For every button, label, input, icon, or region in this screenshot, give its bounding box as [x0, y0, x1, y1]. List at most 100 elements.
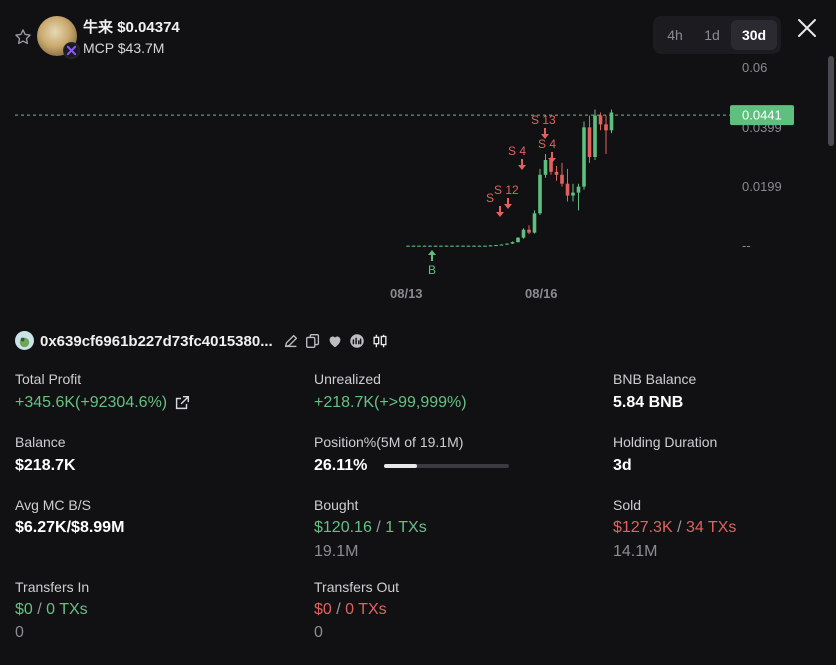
candle-body — [538, 174, 542, 214]
marker-label: B — [428, 263, 436, 277]
candle-body — [455, 245, 460, 247]
candle-body — [483, 245, 487, 247]
current-price-label: 0.0441 — [742, 108, 782, 123]
candle-body — [422, 245, 427, 247]
edit-icon[interactable] — [282, 332, 300, 350]
candle-body — [510, 242, 515, 244]
candle-body — [417, 245, 421, 247]
candle — [483, 245, 487, 247]
candle — [587, 115, 592, 163]
separator: / — [336, 601, 341, 618]
candle-body — [565, 183, 570, 196]
unrealized-value: +218.7K(+>99,999%) — [314, 394, 467, 411]
candle — [571, 183, 575, 202]
copy-icon[interactable] — [304, 332, 322, 350]
candle — [505, 243, 509, 245]
candle-body — [488, 245, 493, 247]
candle — [521, 228, 526, 239]
candle-body — [598, 115, 603, 125]
candle-body — [433, 245, 438, 247]
arrow-down-icon — [504, 198, 512, 209]
y-tick-label: -- — [742, 238, 751, 253]
timeframe-selector: 4h 1d 30d — [653, 16, 781, 54]
candle — [406, 245, 410, 247]
candle — [433, 245, 438, 247]
total-profit-value: +345.6K(+92304.6%) — [15, 394, 168, 411]
close-icon[interactable] — [795, 16, 819, 40]
timeframe-4h[interactable]: 4h — [657, 20, 693, 50]
analytics-icon[interactable] — [348, 332, 366, 350]
candle — [411, 245, 416, 247]
marker-label: S 12 — [494, 183, 519, 197]
transfers-in-label: Transfers In — [15, 579, 90, 595]
candle — [582, 121, 586, 190]
candle — [439, 245, 443, 247]
buy-marker[interactable]: B — [428, 250, 436, 277]
bought-label: Bought — [314, 497, 359, 513]
candle — [477, 245, 482, 247]
y-tick-label: 0.06 — [742, 60, 767, 75]
candle-body — [461, 245, 465, 247]
sold-txs: 34 TXs — [685, 519, 737, 536]
candle — [455, 245, 460, 247]
sold-label: Sold — [613, 497, 642, 513]
timeframe-30d[interactable]: 30d — [731, 20, 777, 50]
candle — [576, 183, 581, 211]
candle-body — [593, 115, 597, 157]
candle — [499, 244, 504, 246]
heart-icon[interactable] — [326, 332, 344, 350]
candle-body — [406, 245, 410, 247]
candle-body — [582, 127, 586, 187]
avg-mc-value: $6.27K/$8.99M — [15, 519, 125, 536]
sell-marker[interactable]: S 12 — [494, 183, 519, 209]
candle — [532, 210, 537, 234]
bnb-balance-value: 5.84 BNB — [613, 394, 684, 411]
balance-value: $218.7K — [15, 457, 76, 474]
bought-amount: $120.16 — [314, 519, 372, 536]
candle — [466, 245, 471, 247]
candle — [560, 162, 564, 187]
candle-body — [527, 229, 531, 233]
transfers-out-tokens: 0 — [314, 624, 323, 641]
timeframe-1d[interactable]: 1d — [695, 20, 729, 50]
candle-body — [411, 245, 416, 247]
holding-duration-label: Holding Duration — [613, 434, 718, 450]
candle-body — [532, 213, 537, 233]
candle-body — [439, 245, 443, 247]
candle — [527, 225, 531, 235]
transfers-in-amount: $0 — [15, 601, 33, 618]
transfers-out-value: $0 / 0 TXs — [314, 601, 387, 619]
candle — [428, 245, 432, 247]
avg-mc-label: Avg MC B/S — [15, 497, 91, 513]
wallet-address[interactable]: 0x639cf6961b227d73fc4015380... — [40, 333, 273, 350]
candle-body — [604, 124, 608, 131]
candle — [494, 244, 498, 247]
candle — [461, 245, 465, 247]
arrow-down-icon — [518, 159, 526, 170]
x-tick-label: 08/13 — [390, 286, 423, 301]
transfers-in-tokens: 0 — [15, 624, 24, 641]
arrow-up-icon — [428, 250, 436, 261]
separator: / — [37, 601, 42, 618]
candle — [450, 245, 454, 247]
candle-body — [428, 245, 432, 247]
marker-label: S 4 — [538, 137, 556, 151]
x-tick-label: 08/16 — [525, 286, 558, 301]
candle-body — [587, 127, 592, 157]
scrollbar[interactable] — [828, 56, 834, 146]
candle — [422, 245, 427, 247]
sell-marker[interactable]: S 4 — [508, 144, 526, 170]
candlestick-icon[interactable] — [371, 332, 389, 350]
candle — [593, 109, 597, 160]
candle — [488, 245, 493, 247]
candle — [444, 245, 449, 247]
separator: / — [677, 519, 682, 536]
price-chart[interactable]: BS 12SS 4S 13S 4 0.06 0.0399 0.0199 -- 0… — [0, 56, 826, 306]
sold-amount: $127.3K — [613, 519, 673, 536]
sell-marker[interactable]: S 4 — [538, 137, 556, 163]
sell-marker[interactable]: S 13 — [531, 113, 556, 139]
transfers-in-value: $0 / 0 TXs — [15, 601, 88, 619]
external-link-icon[interactable] — [173, 394, 191, 412]
candle-body — [477, 245, 482, 247]
star-icon[interactable] — [13, 27, 33, 47]
